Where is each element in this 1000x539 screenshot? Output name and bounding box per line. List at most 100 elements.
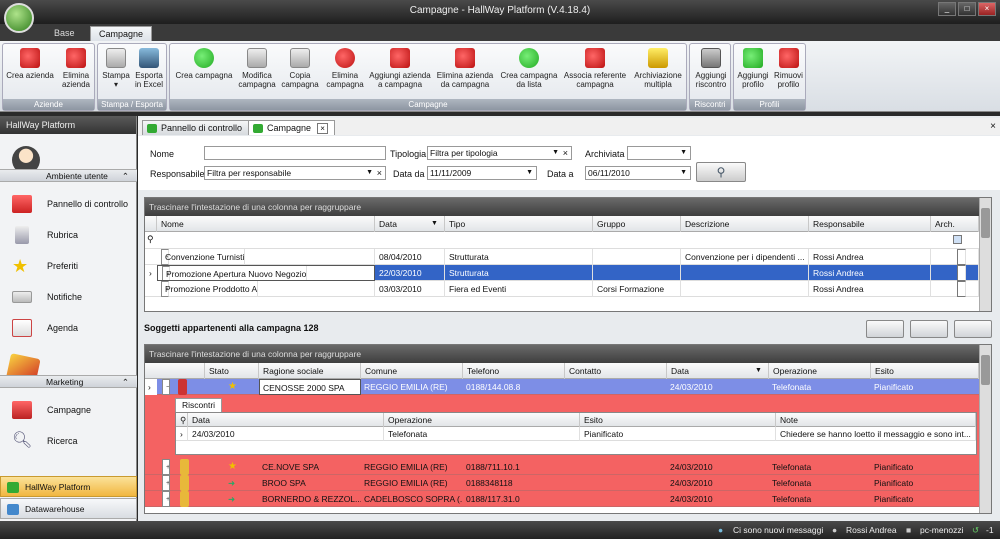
copia-campagna-button[interactable]: Copia campagna — [278, 48, 322, 89]
esporta-excel-button[interactable]: Esporta in Excel — [132, 48, 166, 89]
table-row[interactable]: + ➜ BROO SPA REGGIO EMILIA (RE) 01883481… — [145, 475, 991, 491]
col-comune[interactable]: Comune — [361, 363, 463, 379]
close-panel-icon[interactable]: × — [990, 121, 996, 132]
rimuovi-profilo-button[interactable]: Rimuovi profilo — [771, 48, 806, 89]
group-title: Profili — [734, 99, 805, 110]
subject-tool-button[interactable] — [910, 320, 948, 338]
sidebar-section-ambiente[interactable]: Ambiente utente ⌃ — [0, 169, 137, 182]
col-esito[interactable]: Esito — [580, 413, 776, 427]
arch-checkbox[interactable] — [956, 265, 966, 281]
col-esito[interactable]: Esito — [871, 363, 979, 379]
archiviata-select[interactable]: ▼ — [627, 146, 691, 160]
data-a-label: Data a — [547, 169, 574, 179]
close-button[interactable]: × — [978, 2, 996, 16]
app-logo-icon[interactable] — [4, 3, 34, 33]
ribbon-tab-campagne[interactable]: Campagne — [90, 26, 153, 41]
sidebar-item-ricerca[interactable]: 🔍︎ Ricerca — [0, 430, 137, 452]
elimina-campagna-button[interactable]: Elimina campagna — [322, 48, 368, 89]
arch-checkbox[interactable] — [956, 281, 966, 297]
col-data[interactable]: Data — [188, 413, 384, 427]
col-operazione[interactable]: Operazione — [769, 363, 871, 379]
table-row[interactable]: +Convenzione Turnisti 08/04/2010 Struttu… — [145, 249, 991, 265]
col-gruppo[interactable]: Gruppo — [593, 216, 681, 232]
col-tipo[interactable]: Tipo — [445, 216, 593, 232]
group-by-hint: Trascinare l'intestazione di una colonna… — [145, 198, 991, 216]
expand-icon[interactable]: + — [162, 459, 170, 475]
expand-icon[interactable]: + — [162, 475, 170, 491]
col-responsabile[interactable]: Responsabile — [809, 216, 931, 232]
arch-checkbox[interactable] — [956, 249, 966, 265]
arch-filter-checkbox[interactable] — [953, 235, 962, 244]
clear-icon[interactable]: × — [377, 167, 382, 179]
group-riscontri: Aggiungi riscontro Riscontri — [689, 43, 731, 111]
tipologia-select[interactable]: Filtra per tipologia ▼ × — [427, 146, 572, 160]
group-campagne: Crea campagna Modifica campagna Copia ca… — [169, 43, 687, 111]
sidebar-bottom-datawarehouse[interactable]: Datawarehouse — [0, 498, 137, 519]
table-row[interactable]: + ➜ BORNERDO & REZZOL... CADELBOSCO SOPR… — [145, 491, 991, 507]
sidebar-item-preferiti[interactable]: ★ Preferiti — [0, 255, 137, 277]
minimize-button[interactable]: _ — [938, 2, 956, 16]
tab-riscontri[interactable]: Riscontri — [175, 398, 223, 412]
sidebar: HallWay Platform Ambiente utente ⌃ Pannel… — [0, 116, 137, 521]
sidebar-item-campagne[interactable]: Campagne — [0, 399, 137, 421]
sidebar-item-pannello[interactable]: Pannello di controllo — [0, 193, 137, 215]
col-arch[interactable]: Arch. — [931, 216, 979, 232]
scrollbar[interactable] — [979, 198, 991, 311]
subject-tool-button[interactable] — [866, 320, 904, 338]
close-tab-icon[interactable]: × — [317, 123, 329, 134]
filter-row[interactable]: ⚲ — [145, 232, 991, 249]
stampa-button[interactable]: Stampa ▾ — [100, 48, 132, 89]
col-descrizione[interactable]: Descrizione — [681, 216, 809, 232]
sidebar-bottom-hallway[interactable]: HallWay Platform — [0, 476, 137, 497]
user-status: Rossi Andrea — [846, 525, 897, 535]
sidebar-item-rubrica[interactable]: Rubrica — [0, 224, 137, 246]
modifica-campagna-button[interactable]: Modifica campagna — [236, 48, 278, 89]
sidebar-item-notifiche[interactable]: Notifiche — [0, 286, 137, 308]
data-da-picker[interactable]: 11/11/2009 ▼ — [427, 166, 537, 180]
elimina-azienda-button[interactable]: Elimina azienda — [58, 48, 94, 89]
sidebar-item-agenda[interactable]: Agenda — [0, 317, 137, 339]
sidebar-section-marketing[interactable]: Marketing ⌃ — [0, 375, 137, 388]
scrollbar[interactable] — [979, 345, 991, 513]
table-row[interactable]: › 24/03/2010 Telefonata Pianificato Chie… — [176, 427, 976, 441]
crea-campagna-button[interactable]: Crea campagna — [172, 48, 236, 80]
data-a-picker[interactable]: 06/11/2010 ▼ — [585, 166, 691, 180]
tab-pannello[interactable]: Pannello di controllo — [142, 120, 250, 135]
archiviata-label: Archiviata — [585, 149, 625, 159]
ribbon-tab-base[interactable]: Base — [46, 26, 83, 41]
subject-remove-button[interactable] — [954, 320, 992, 338]
table-row[interactable]: + ★ CE.NOVE SPA REGGIO EMILIA (RE) 0188/… — [145, 459, 991, 475]
col-nome[interactable]: Nome — [157, 216, 375, 232]
col-stato[interactable]: Stato — [205, 363, 259, 379]
archiviazione-multipla-button[interactable]: Archiviazione multipla — [630, 48, 686, 89]
search-icon[interactable]: ⚲ — [176, 413, 188, 427]
status-icon — [180, 491, 189, 507]
aggiungi-riscontro-button[interactable]: Aggiungi riscontro — [691, 48, 731, 89]
clear-icon[interactable]: × — [563, 147, 568, 159]
col-ragione-sociale[interactable]: Ragione sociale — [259, 363, 361, 379]
table-row[interactable]: +Promozione Proddotto A 03/03/2010 Fiera… — [145, 281, 991, 297]
building-remove-icon — [66, 48, 86, 68]
collapse-icon[interactable]: − — [162, 379, 170, 395]
col-operazione[interactable]: Operazione — [384, 413, 580, 427]
maximize-button[interactable]: □ — [958, 2, 976, 16]
table-row-selected[interactable]: › − ★ CENOSSE 2000 SPA REGGIO EMILIA (RE… — [145, 379, 991, 395]
responsabile-select[interactable]: Filtra per responsabile ▼ × — [204, 166, 386, 180]
col-telefono[interactable]: Telefono — [463, 363, 565, 379]
window-title: Campagne - HallWay Platform (V.4.18.4) — [409, 5, 591, 16]
elimina-azienda-campagna-button[interactable]: Elimina azienda da campagna — [434, 48, 496, 89]
aggiungi-azienda-campagna-button[interactable]: Aggiungi azienda a campagna — [368, 48, 432, 89]
crea-campagna-lista-button[interactable]: Crea campagna da lista — [498, 48, 560, 89]
col-contatto[interactable]: Contatto — [565, 363, 667, 379]
crea-azienda-button[interactable]: Crea azienda — [5, 48, 55, 80]
table-row-selected[interactable]: › +Promozione Apertura Nuovo Negozio 22/… — [145, 265, 991, 281]
messages-status[interactable]: Ci sono nuovi messaggi — [733, 521, 823, 539]
aggiungi-profilo-button[interactable]: Aggiungi profilo — [735, 48, 771, 89]
search-button[interactable]: ⚲ — [696, 162, 746, 182]
nome-input[interactable] — [204, 146, 386, 160]
col-note[interactable]: Note — [776, 413, 976, 427]
group-title: Campagne — [170, 99, 686, 110]
tab-campagne[interactable]: Campagne × — [248, 120, 336, 135]
associa-referente-button[interactable]: Associa referente campagna — [562, 48, 628, 89]
expand-icon[interactable]: + — [162, 491, 170, 507]
